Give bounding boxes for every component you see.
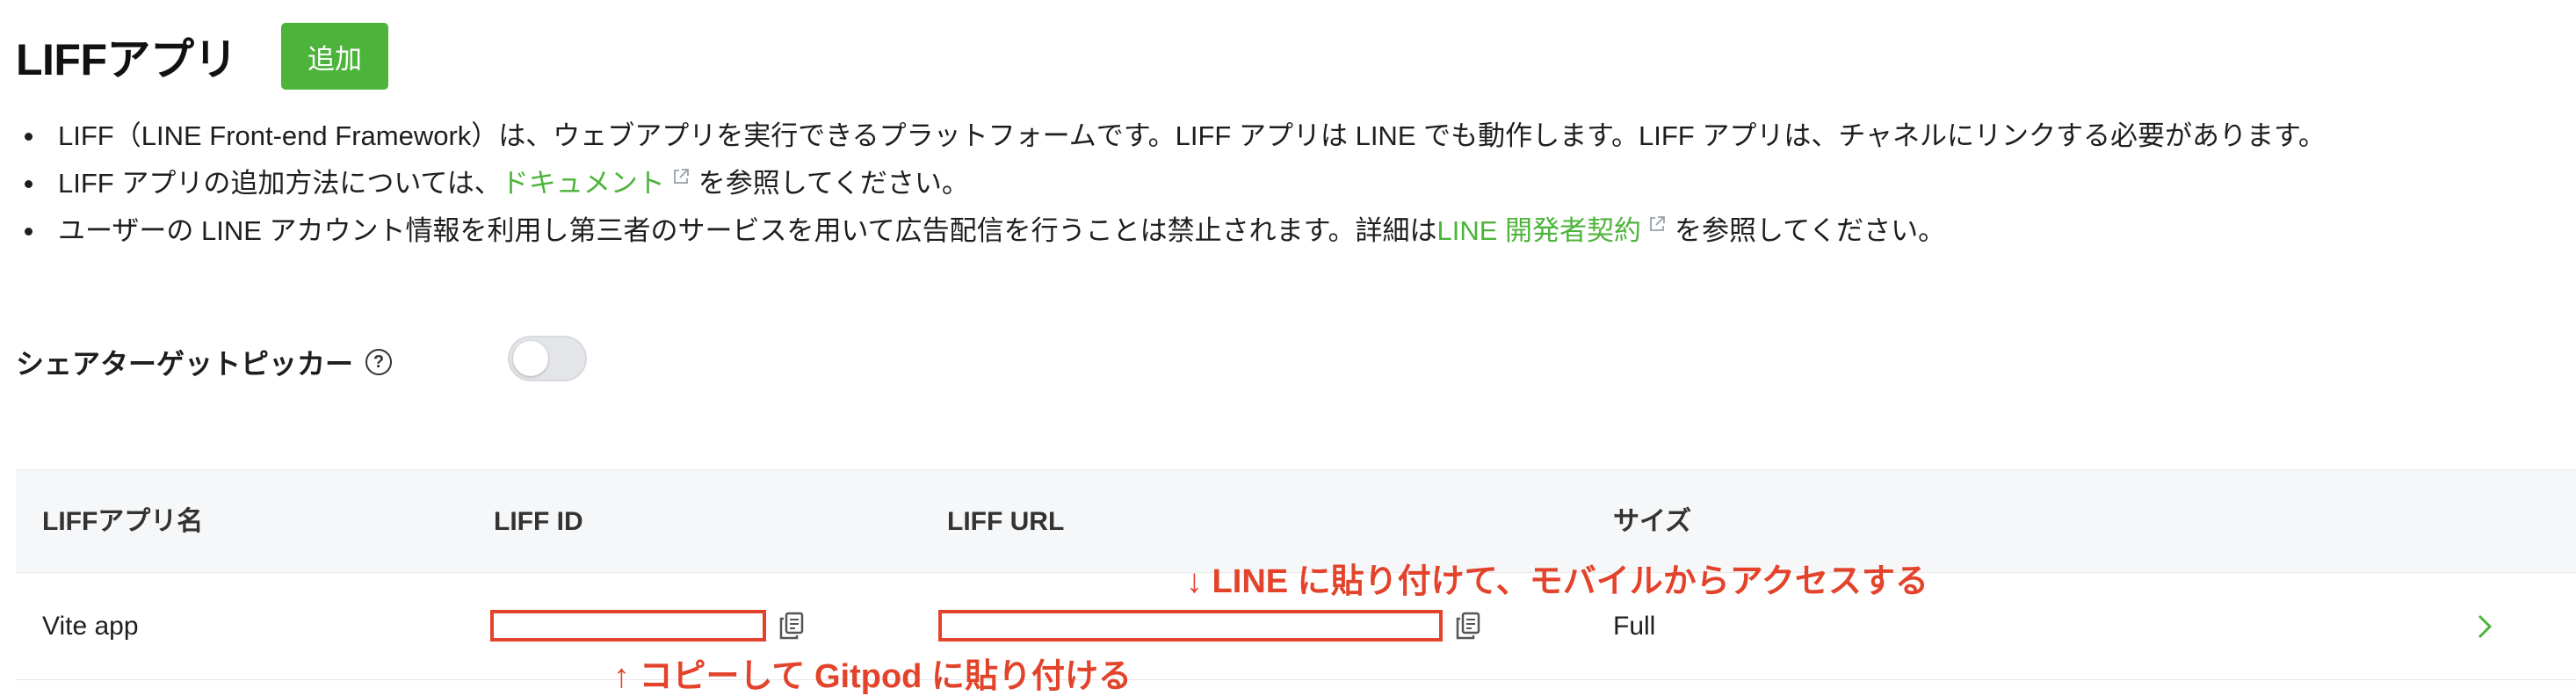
page-header: LIFFアプリ 追加 (16, 21, 389, 91)
add-button[interactable]: 追加 (281, 23, 389, 90)
note-text: LIFF（LINE Front-end Framework）は、ウェブアプリを実… (58, 120, 2326, 151)
copy-liff-id-icon[interactable] (778, 612, 805, 640)
share-target-picker-row: シェアターゲットピッカー ? (16, 336, 587, 388)
liff-url-redacted (938, 610, 1443, 642)
header-liff-app-name: LIFFアプリ名 (42, 507, 204, 536)
note-text: を参照してください。 (1675, 215, 1946, 246)
share-target-picker-toggle[interactable] (508, 336, 587, 381)
help-icon[interactable]: ? (365, 349, 393, 375)
external-link-icon (1650, 216, 1665, 231)
developer-agreement-link[interactable]: LINE 開発者契約 (1437, 215, 1642, 246)
annotation-gitpod-copy: ↑ コピーして Gitpod に貼り付ける (613, 658, 1132, 695)
header-liff-url: LIFF URL (947, 507, 1065, 536)
note-text: ユーザーの LINE アカウント情報を利用し第三者のサービスを用いて広告配信を行… (58, 215, 1437, 246)
app-name-cell: Vite app (42, 612, 139, 641)
liff-id-redacted (490, 610, 766, 642)
chevron-right-icon[interactable] (2474, 611, 2495, 642)
copy-liff-url-icon[interactable] (1455, 612, 1481, 640)
annotation-line-paste: ↓ LINE に貼り付けて、モバイルからアクセスする (1186, 563, 1928, 600)
documentation-link[interactable]: ドキュメント (502, 168, 665, 199)
info-notes: LIFF（LINE Front-end Framework）は、ウェブアプリを実… (18, 112, 2326, 255)
share-target-picker-label: シェアターゲットピッカー (16, 348, 354, 380)
note-item: ユーザーの LINE アカウント情報を利用し第三者のサービスを用いて広告配信を行… (18, 207, 2326, 255)
note-text: LIFF アプリの追加方法については、 (58, 168, 502, 199)
toggle-knob (513, 341, 548, 376)
external-link-icon (673, 169, 689, 184)
note-item: LIFF（LINE Front-end Framework）は、ウェブアプリを実… (18, 112, 2326, 160)
note-item: LIFF アプリの追加方法については、ドキュメント を参照してください。 (18, 160, 2326, 207)
note-text: を参照してください。 (698, 168, 969, 199)
page-title: LIFFアプリ (16, 35, 238, 84)
header-liff-id: LIFF ID (494, 507, 583, 536)
